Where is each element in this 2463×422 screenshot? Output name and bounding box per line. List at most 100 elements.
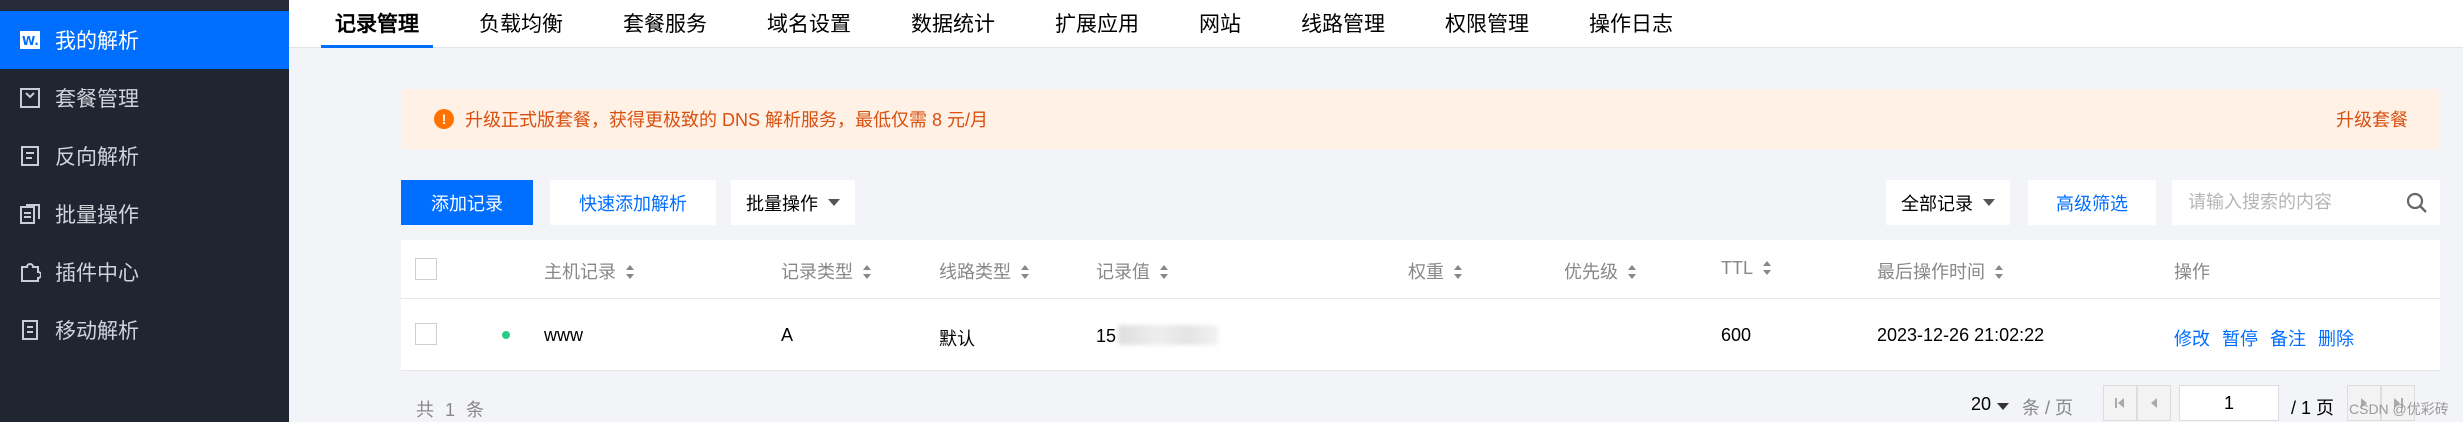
column-actions: 操作	[2174, 262, 2210, 282]
sidebar-top-strip	[0, 0, 289, 10]
total-pages: / 1 页	[2291, 398, 2335, 418]
sort-icon	[626, 265, 634, 279]
batch-operations-label: 批量操作	[746, 193, 818, 214]
puzzle-icon	[19, 261, 41, 283]
sidebar-item-reverse-dns[interactable]: 反向解析	[0, 127, 289, 185]
delete-link[interactable]: 删除	[2318, 325, 2354, 351]
search-input[interactable]	[2188, 192, 2398, 213]
advanced-filter-label: 高级筛选	[2056, 193, 2128, 214]
sidebar-item-mobile-dns[interactable]: 移动解析	[0, 301, 289, 359]
column-ttl-label: TTL	[1721, 258, 1754, 278]
tab-line-management[interactable]: 线路管理	[1301, 0, 1385, 48]
column-host[interactable]: 主机记录	[544, 258, 634, 284]
sort-icon	[1021, 265, 1029, 279]
tab-statistics[interactable]: 数据统计	[911, 0, 995, 48]
sidebar-item-plugins[interactable]: 插件中心	[0, 243, 289, 301]
sidebar-item-batch[interactable]: 批量操作	[0, 185, 289, 243]
edit-link[interactable]: 修改	[2174, 325, 2210, 351]
sidebar-item-label: 插件中心	[55, 262, 139, 285]
column-priority-label: 优先级	[1564, 262, 1618, 282]
row-checkbox[interactable]	[415, 323, 437, 345]
tab-load-balancing[interactable]: 负载均衡	[479, 0, 563, 48]
cell-type: A	[781, 325, 794, 345]
table-footer: 共 1 条 20 条 / 页 / 1 页	[401, 371, 2440, 422]
search-box	[2172, 180, 2440, 225]
tab-domain-settings[interactable]: 域名设置	[767, 0, 851, 48]
cell-last-modified: 2023-12-26 21:02:22	[1877, 325, 2045, 345]
column-value-label: 记录值	[1096, 262, 1150, 282]
tab-website[interactable]: 网站	[1199, 0, 1241, 48]
quick-add-button[interactable]: 快速添加解析	[550, 180, 716, 225]
sidebar: W. 我的解析 套餐管理 反向解析 批量操作 插件中心 移动解析	[0, 0, 289, 422]
warning-icon: !	[434, 109, 454, 129]
tab-package-service[interactable]: 套餐服务	[623, 0, 707, 48]
cell-ttl: 600	[1721, 325, 1752, 345]
batch-operations-dropdown[interactable]: 批量操作	[731, 180, 855, 225]
stack-icon	[19, 203, 41, 225]
page-size-value: 20	[1971, 394, 1992, 414]
sidebar-item-label: 批量操作	[55, 204, 139, 227]
sort-icon	[863, 265, 871, 279]
column-line[interactable]: 线路类型	[939, 258, 1029, 284]
redacted-blur	[1118, 325, 1219, 345]
column-last-modified-label: 最后操作时间	[1877, 262, 1985, 282]
sidebar-item-my-dns[interactable]: W. 我的解析	[0, 11, 289, 69]
column-type[interactable]: 记录类型	[781, 258, 871, 284]
alert-message: 升级正式版套餐，获得更极致的 DNS 解析服务，最低仅需 8 元/月	[465, 110, 989, 130]
per-page-label: 条 / 页	[2022, 398, 2074, 418]
watermark: CSDN @优彩砖	[2349, 401, 2449, 417]
cell-value-text: 15	[1096, 326, 1117, 346]
column-weight-label: 权重	[1408, 262, 1444, 282]
page-size-select[interactable]: 20	[1971, 394, 2010, 415]
note-link[interactable]: 备注	[2270, 325, 2306, 351]
add-record-button[interactable]: 添加记录	[401, 180, 533, 225]
prev-page-icon	[2151, 398, 2157, 408]
total-count: 共 1 条	[416, 400, 488, 420]
upgrade-package-link[interactable]: 升级套餐	[2336, 106, 2408, 132]
advanced-filter-button[interactable]: 高级筛选	[2028, 180, 2156, 225]
chevron-down-icon	[1997, 403, 2010, 410]
column-host-label: 主机记录	[544, 262, 616, 282]
column-priority[interactable]: 优先级	[1564, 258, 1636, 284]
search-icon[interactable]	[2406, 192, 2428, 214]
table-header: 主机记录 记录类型 线路类型 记录值 权重 优先级 TTL 最后操作时间 操作	[401, 240, 2440, 299]
column-value[interactable]: 记录值	[1096, 258, 1168, 284]
prev-page-button[interactable]	[2137, 385, 2171, 421]
sidebar-item-packages[interactable]: 套餐管理	[0, 69, 289, 127]
sidebar-item-label: 反向解析	[55, 146, 139, 169]
select-all-checkbox[interactable]	[415, 258, 437, 280]
sidebar-item-label: 移动解析	[55, 320, 139, 343]
dns-logo-icon: W.	[19, 29, 41, 51]
package-icon	[19, 87, 41, 109]
column-last-modified[interactable]: 最后操作时间	[1877, 258, 2003, 284]
sidebar-item-label: 套餐管理	[55, 88, 139, 111]
cell-value: 15	[1096, 325, 1219, 347]
tab-permissions[interactable]: 权限管理	[1445, 0, 1529, 48]
sort-icon	[1763, 261, 1772, 275]
sort-icon	[1160, 265, 1168, 279]
add-record-label: 添加记录	[431, 193, 503, 214]
column-type-label: 记录类型	[781, 262, 853, 282]
sort-icon	[1454, 265, 1462, 279]
sort-icon	[1995, 265, 2003, 279]
page-number-input[interactable]	[2179, 385, 2279, 421]
sort-icon	[1628, 265, 1636, 279]
mobile-doc-icon	[19, 319, 41, 341]
cell-line: 默认	[939, 329, 975, 349]
quick-add-label: 快速添加解析	[579, 193, 687, 214]
pause-link[interactable]: 暂停	[2222, 325, 2258, 351]
upgrade-alert-banner: ! 升级正式版套餐，获得更极致的 DNS 解析服务，最低仅需 8 元/月 升级套…	[401, 89, 2440, 149]
column-ttl[interactable]: TTL	[1721, 258, 1772, 279]
tab-operation-log[interactable]: 操作日志	[1589, 0, 1673, 48]
tab-extensions[interactable]: 扩展应用	[1055, 0, 1139, 48]
table-row: www A 默认 15 600 2023-12-26 21:02:22 修改 暂…	[401, 299, 2440, 371]
first-page-button[interactable]	[2103, 385, 2137, 421]
column-weight[interactable]: 权重	[1408, 258, 1462, 284]
status-enabled-dot	[502, 331, 510, 339]
tab-record-management[interactable]: 记录管理	[321, 0, 433, 48]
first-page-icon	[2115, 398, 2124, 408]
svg-text:W.: W.	[22, 34, 39, 48]
sidebar-item-label: 我的解析	[55, 30, 139, 53]
top-tab-bar: 记录管理 负载均衡 套餐服务 域名设置 数据统计 扩展应用 网站 线路管理 权限…	[289, 0, 2463, 48]
record-filter-select[interactable]: 全部记录	[1886, 180, 2010, 225]
